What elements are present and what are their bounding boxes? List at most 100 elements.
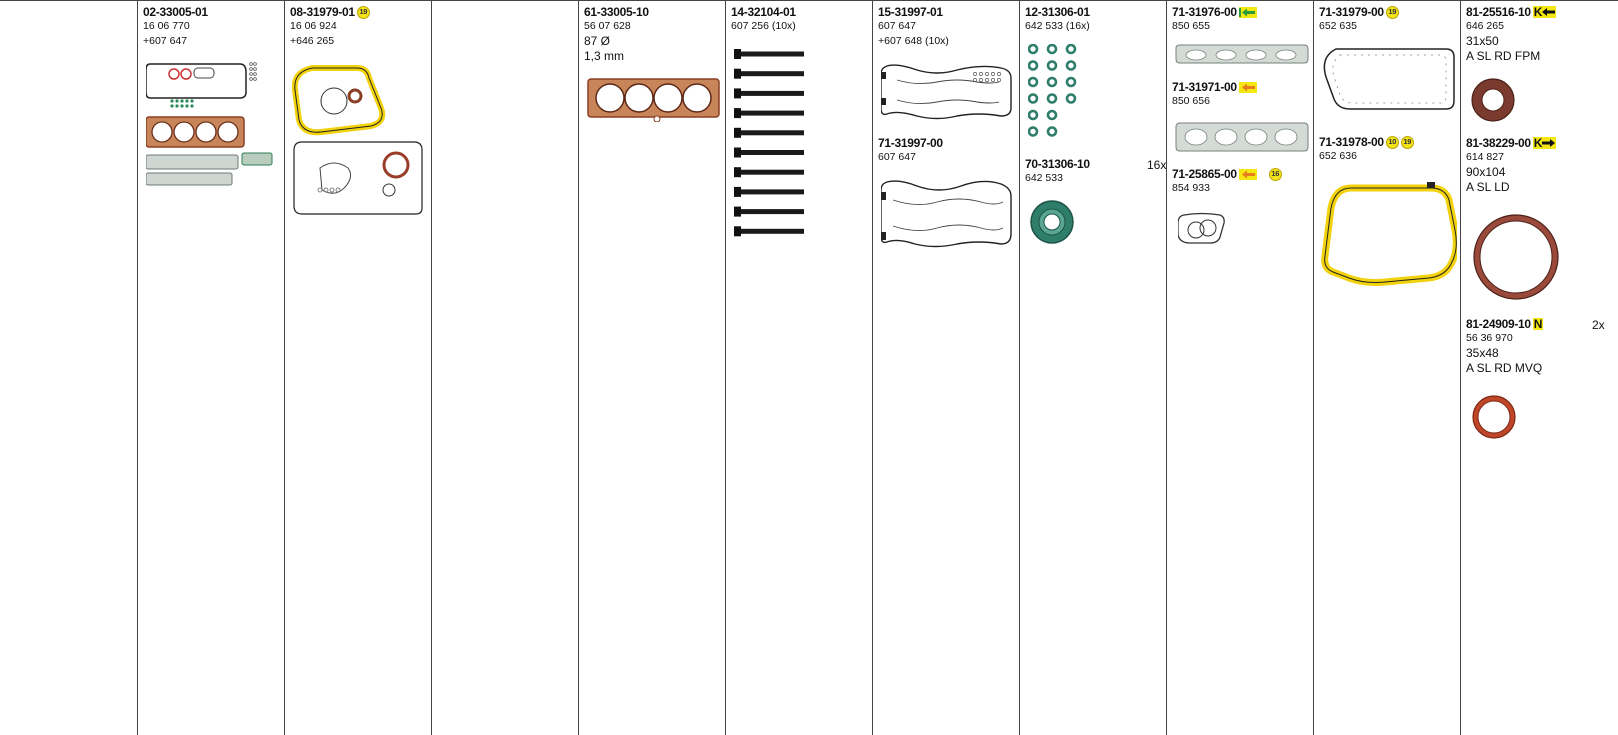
ref-number: 854 933 bbox=[1172, 182, 1210, 194]
part-number: 61-33005-10 bbox=[584, 5, 649, 19]
quantity: 16x bbox=[1147, 158, 1167, 172]
head-bolt-icon bbox=[734, 147, 804, 158]
head-bolt-icon bbox=[734, 186, 804, 197]
valve-stem-seal-icon bbox=[1028, 198, 1076, 246]
valve-stem-seal-icon bbox=[1046, 126, 1058, 137]
tag-letter: K bbox=[1533, 136, 1543, 150]
shaft-seal-icon bbox=[1470, 76, 1518, 124]
dimensions: 90x104 bbox=[1466, 165, 1506, 179]
n-tag: N bbox=[1532, 317, 1544, 331]
oil-pan-gasket-icon bbox=[1321, 178, 1457, 286]
part-entry[interactable]: 14-32104-01 607 256 (10x) bbox=[731, 5, 869, 34]
ref-number: 642 533 bbox=[1025, 172, 1063, 184]
head-bolt-set-icon bbox=[734, 47, 806, 245]
ref-number: 56 07 628 bbox=[584, 20, 631, 32]
head-bolt-icon bbox=[734, 88, 804, 99]
valve-stem-seal-set-icon bbox=[1028, 44, 1078, 144]
valve-cover-gasket-icon bbox=[881, 178, 1013, 250]
quantity: 2x bbox=[1592, 318, 1605, 332]
ref-number: 607 647 bbox=[878, 151, 916, 163]
ref-number: 614 827 bbox=[1466, 151, 1504, 163]
head-bolt-icon bbox=[734, 108, 804, 119]
shaft-seal-icon bbox=[1471, 393, 1519, 441]
part-entry[interactable]: 71-31997-00 607 647 bbox=[878, 136, 1016, 165]
part-number: 71-31997-00 bbox=[878, 136, 943, 150]
head-bolt-icon bbox=[734, 49, 804, 59]
part-number: 71-25865-00 bbox=[1172, 167, 1237, 181]
part-number: 81-24909-10 bbox=[1466, 317, 1531, 331]
part-entry[interactable]: 71-31971-00 850 656 bbox=[1172, 80, 1310, 109]
arrow-left-icon bbox=[1238, 6, 1257, 18]
ref-number: 652 635 bbox=[1319, 20, 1357, 32]
badge-circle-icon: 19 bbox=[1400, 135, 1414, 149]
exhaust-manifold-gasket-icon bbox=[1174, 44, 1309, 66]
head-gasket-icon bbox=[587, 77, 722, 122]
valve-stem-seal-icon bbox=[1046, 93, 1058, 104]
part-entry[interactable]: 15-31997-01 607 647 +607 648 (10x) bbox=[878, 5, 1016, 49]
part-entry[interactable]: 71-31979-00 19 652 635 bbox=[1319, 5, 1457, 34]
part-number: 71-31971-00 bbox=[1172, 80, 1237, 94]
valve-stem-seal-icon bbox=[1046, 109, 1058, 121]
valve-stem-seal-icon bbox=[1028, 44, 1039, 55]
part-entry[interactable]: 71-31976-00 850 655 bbox=[1172, 5, 1310, 34]
part-entry[interactable]: 81-38229-00 K 614 827 90x104 A SL LD bbox=[1466, 136, 1616, 195]
head-bolt-icon bbox=[734, 226, 804, 237]
part-entry[interactable]: 70-31306-10 642 533 bbox=[1025, 157, 1163, 186]
part-entry[interactable]: 08-31979-01 19 16 06 924 +646 265 bbox=[290, 5, 428, 49]
seal-spec: A SL LD bbox=[1466, 180, 1510, 194]
ref-number: 850 655 bbox=[1172, 20, 1210, 32]
ref-number: 16 06 924 bbox=[290, 20, 337, 32]
part-number-row: 81-25516-10 K bbox=[1466, 5, 1616, 19]
valve-stem-seal-icon bbox=[1065, 93, 1077, 104]
badge-circle-icon: 19 bbox=[1385, 5, 1399, 19]
part-number-row: 71-31979-00 19 bbox=[1319, 5, 1457, 19]
part-number-row: 81-38229-00 K bbox=[1466, 136, 1616, 150]
gasket-set-icon bbox=[146, 60, 281, 195]
valve-stem-seal-icon bbox=[1065, 60, 1077, 71]
shaft-seal-icon bbox=[1470, 211, 1562, 303]
part-number: 08-31979-01 bbox=[290, 5, 355, 19]
arrow-right-icon bbox=[1542, 139, 1556, 147]
badge-circle-icon: 19 bbox=[356, 5, 370, 19]
valve-stem-seal-icon bbox=[1046, 76, 1058, 88]
tag-letter: K bbox=[1533, 5, 1543, 19]
valve-stem-seal-icon bbox=[1065, 44, 1077, 55]
valve-stem-seal-icon bbox=[1028, 109, 1039, 121]
part-number-row: 71-31978-00 10 19 bbox=[1319, 135, 1457, 149]
valve-stem-seal-icon bbox=[1065, 76, 1077, 88]
oil-pan-gasket-icon bbox=[1322, 45, 1457, 113]
part-entry[interactable]: 81-25516-10 K 646 265 31x50 A SL RD FPM bbox=[1466, 5, 1616, 64]
head-bolt-icon bbox=[734, 68, 804, 79]
part-entry[interactable]: 02-33005-01 16 06 770 +607 647 bbox=[143, 5, 281, 49]
part-entry[interactable]: 71-31978-00 10 19 652 636 bbox=[1319, 135, 1457, 164]
part-number: 71-31976-00 bbox=[1172, 5, 1237, 19]
head-bolt-icon bbox=[734, 127, 804, 138]
part-entry[interactable]: 61-33005-10 56 07 628 87 Ø 1,3 mm bbox=[584, 5, 722, 64]
ref-number: 850 656 bbox=[1172, 95, 1210, 107]
part-number-row: 71-31971-00 bbox=[1172, 80, 1310, 94]
part-entry[interactable]: 71-25865-00 16 854 933 bbox=[1172, 167, 1310, 196]
arrow-left-icon bbox=[1238, 168, 1257, 180]
part-entry[interactable]: 12-31306-01 642 533 (16x) bbox=[1025, 5, 1163, 34]
part-number: 71-31979-00 bbox=[1319, 5, 1384, 19]
ref-number: +607 647 bbox=[143, 35, 188, 47]
ref-number: +646 265 bbox=[290, 35, 335, 47]
part-number: 12-31306-01 bbox=[1025, 5, 1090, 19]
valve-stem-seal-icon bbox=[1046, 44, 1058, 55]
column-4 bbox=[431, 0, 578, 735]
part-number: 70-31306-10 bbox=[1025, 157, 1090, 171]
part-number: 71-31978-00 bbox=[1319, 135, 1384, 149]
column-9 bbox=[1166, 0, 1313, 735]
part-number: 02-33005-01 bbox=[143, 5, 208, 19]
valve-stem-seal-icon bbox=[1028, 126, 1039, 137]
badge-circle-icon: 16 bbox=[1268, 167, 1282, 181]
ref-number: 646 265 bbox=[1466, 20, 1504, 32]
intake-manifold-gasket-icon bbox=[1174, 121, 1309, 154]
ref-number: 652 636 bbox=[1319, 150, 1357, 162]
throttle-body-gasket-icon bbox=[1178, 211, 1226, 245]
k-tag: K bbox=[1532, 5, 1557, 19]
badge-circle-icon: 10 bbox=[1385, 135, 1399, 149]
part-number: 81-38229-00 bbox=[1466, 136, 1531, 150]
valve-stem-seal-icon bbox=[1028, 93, 1039, 104]
head-bolt-icon bbox=[734, 206, 804, 217]
